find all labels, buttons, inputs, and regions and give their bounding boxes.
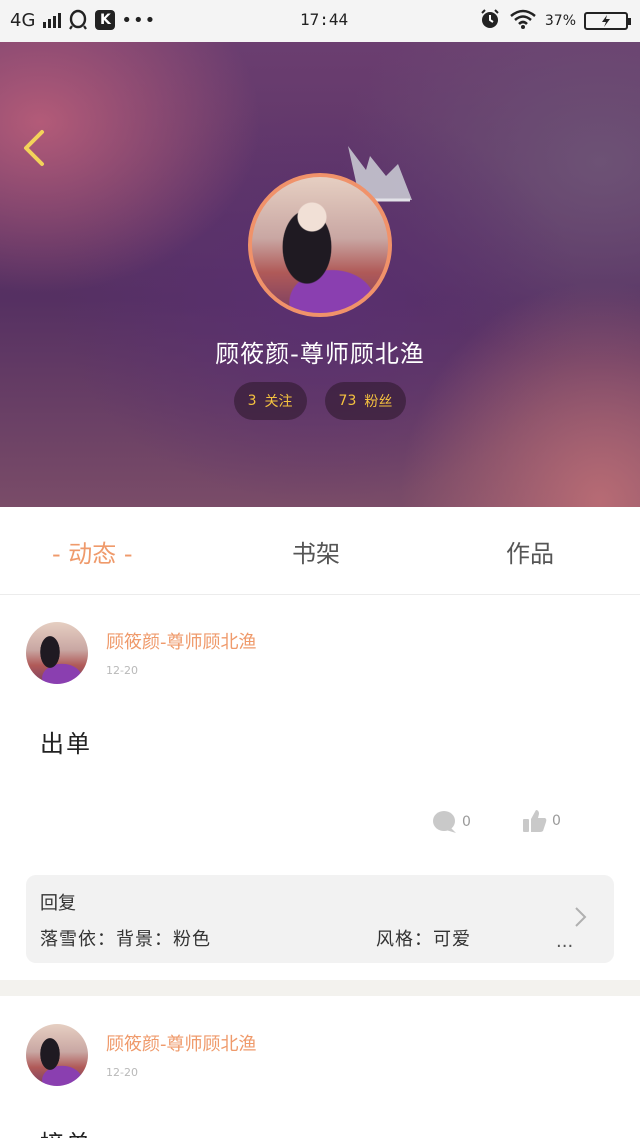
status-time: 17:44 bbox=[300, 10, 349, 29]
battery-icon bbox=[584, 12, 631, 30]
following-count: 3 bbox=[247, 393, 257, 409]
post-separator bbox=[0, 980, 640, 996]
like-count: 0 bbox=[552, 813, 561, 829]
tab-works[interactable]: 作品 bbox=[506, 507, 554, 595]
avatar-image bbox=[248, 173, 392, 317]
alarm-icon bbox=[479, 8, 501, 34]
post-content: 出单 bbox=[40, 730, 92, 758]
tab-bookshelf[interactable]: 书架 bbox=[292, 507, 340, 595]
more-dots-icon: ••• bbox=[121, 9, 157, 31]
wifi-icon bbox=[509, 8, 537, 34]
comment-icon bbox=[433, 811, 456, 833]
status-right: 37% bbox=[479, 8, 631, 34]
signal-icon bbox=[43, 12, 62, 28]
post-date: 12-20 bbox=[106, 1066, 138, 1079]
battery-percent: 37% bbox=[544, 13, 576, 29]
comment-count: 0 bbox=[462, 814, 471, 830]
battery-value: 37 bbox=[544, 13, 563, 29]
post-date: 12-20 bbox=[106, 664, 138, 677]
like-button[interactable]: 0 bbox=[522, 808, 561, 834]
reply-text: 落雪依：背景：粉色 bbox=[40, 929, 211, 950]
following-button[interactable]: 3 关注 bbox=[233, 382, 307, 420]
chevron-right-icon bbox=[575, 907, 587, 927]
tab-bar: - 动态 - 书架 作品 bbox=[0, 507, 640, 595]
thumbs-up-icon bbox=[523, 810, 547, 832]
status-left: 4G K ••• bbox=[10, 9, 156, 31]
post-avatar[interactable] bbox=[26, 1024, 88, 1086]
post-item: 顾筱颜-尊师顾北渔 12-20 接单 bbox=[0, 996, 640, 1138]
chevron-left-icon bbox=[24, 130, 44, 166]
profile-name: 顾筱颜-尊师顾北渔 bbox=[215, 340, 425, 368]
reply-title: 回复 bbox=[40, 893, 76, 914]
k-app-icon: K bbox=[95, 10, 116, 30]
back-button[interactable] bbox=[14, 126, 54, 170]
post-author[interactable]: 顾筱颜-尊师顾北渔 bbox=[106, 628, 257, 654]
network-type: 4G bbox=[10, 9, 36, 31]
followers-count: 73 bbox=[338, 393, 357, 409]
post-content: 接单 bbox=[40, 1124, 92, 1138]
status-bar: 4G K ••• 17:44 37% bbox=[0, 0, 640, 42]
reply-more: ... bbox=[556, 931, 574, 952]
followers-label: 粉丝 bbox=[364, 394, 393, 410]
following-label: 关注 bbox=[264, 394, 293, 410]
post-avatar[interactable] bbox=[26, 622, 88, 684]
profile-header: 顾筱颜-尊师顾北渔 3 关注 73 粉丝 bbox=[0, 42, 640, 507]
qq-icon bbox=[67, 9, 89, 31]
followers-button[interactable]: 73 粉丝 bbox=[324, 382, 407, 420]
reply-preview[interactable]: 回复 落雪依：背景：粉色 风格：可爱 ... bbox=[26, 875, 614, 963]
reply-style: 风格：可爱 bbox=[376, 929, 471, 950]
post-item: 顾筱颜-尊师顾北渔 12-20 出单 0 0 回复 落雪依：背景：粉色 风格：可… bbox=[0, 596, 640, 980]
comment-button[interactable]: 0 bbox=[432, 810, 471, 834]
post-author[interactable]: 顾筱颜-尊师顾北渔 bbox=[106, 1030, 257, 1056]
tab-feed[interactable]: - 动态 - bbox=[52, 507, 133, 595]
profile-avatar[interactable] bbox=[248, 173, 392, 317]
profile-stats: 3 关注 73 粉丝 bbox=[0, 382, 640, 420]
